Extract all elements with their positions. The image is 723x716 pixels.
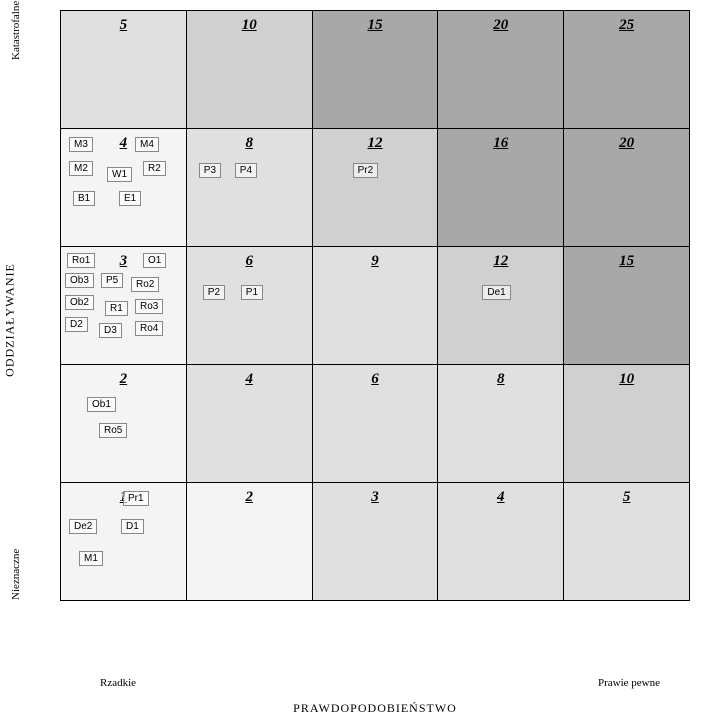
risk-tag: W1 (107, 167, 132, 182)
risk-tag: Ro5 (99, 423, 127, 438)
risk-matrix: Katastrofalne ODDZIAŁYWANIE Nieznaczne 5… (0, 0, 723, 661)
risk-tag: P1 (241, 285, 263, 300)
risk-tag: B1 (73, 191, 95, 206)
risk-tag: D3 (99, 323, 122, 338)
cell-5-5: 25 (564, 11, 690, 129)
risk-tag: R1 (105, 301, 128, 316)
cell-5-1: 5 (61, 11, 187, 129)
cell-score: 20 (444, 17, 557, 34)
x-axis-high-label: Prawie pewne (598, 677, 660, 689)
risk-tag: Pr1 (123, 491, 149, 506)
risk-tag: D2 (65, 317, 88, 332)
cell-score: 15 (570, 253, 683, 270)
cell-score: 15 (319, 17, 432, 34)
cell-score: 20 (570, 135, 683, 152)
cell-4-2: 8 P3 P4 (186, 129, 312, 247)
cell-1-2: 2 (186, 483, 312, 601)
cell-score: 3 (319, 489, 432, 506)
cell-3-2: 6 P2 P1 (186, 247, 312, 365)
risk-tag: P2 (203, 285, 225, 300)
matrix-grid: 5 10 15 20 25 4 M3 M4 M2 W1 R2 B1 E1 (60, 10, 690, 601)
risk-tag: R2 (143, 161, 166, 176)
cell-5-4: 20 (438, 11, 564, 129)
cell-score: 16 (444, 135, 557, 152)
risk-tag: D1 (121, 519, 144, 534)
risk-tag: P5 (101, 273, 123, 288)
cell-4-4: 16 (438, 129, 564, 247)
risk-tag: M3 (69, 137, 93, 152)
cell-score: 6 (319, 371, 432, 388)
risk-tag: Ob3 (65, 273, 94, 288)
cell-3-4: 12 De1 (438, 247, 564, 365)
risk-tag: E1 (119, 191, 141, 206)
risk-tag: M4 (135, 137, 159, 152)
cell-3-1: 3 Ro1 O1 Ob3 P5 Ro2 Ob2 R1 Ro3 D2 D3 Ro4 (61, 247, 187, 365)
cell-2-5: 10 (564, 365, 690, 483)
risk-tag: Ro4 (135, 321, 163, 336)
cell-5-2: 10 (186, 11, 312, 129)
cell-5-3: 15 (312, 11, 438, 129)
cell-2-1: 2 Ob1 Ro5 (61, 365, 187, 483)
cell-score: 25 (570, 17, 683, 34)
cell-score: 10 (570, 371, 683, 388)
cell-score: 4 (193, 371, 306, 388)
cell-score: 4 (444, 489, 557, 506)
risk-tag: M1 (79, 551, 103, 566)
cell-1-1: 1 Pr1 De2 D1 M1 (61, 483, 187, 601)
risk-tag: Pr2 (353, 163, 379, 178)
cell-1-5: 5 (564, 483, 690, 601)
risk-tag: De1 (482, 285, 510, 300)
y-axis-high-label: Katastrofalne (10, 1, 22, 60)
risk-tag: P4 (235, 163, 257, 178)
cell-score: 2 (193, 489, 306, 506)
cell-1-3: 3 (312, 483, 438, 601)
cell-3-5: 15 (564, 247, 690, 365)
cell-score: 10 (193, 17, 306, 34)
cell-2-2: 4 (186, 365, 312, 483)
y-axis-low-label: Nieznaczne (10, 549, 22, 600)
cell-1-4: 4 (438, 483, 564, 601)
y-axis: Katastrofalne ODDZIAŁYWANIE Nieznaczne (10, 20, 30, 620)
risk-tag: P3 (199, 163, 221, 178)
cell-score: 9 (319, 253, 432, 270)
cell-4-1: 4 M3 M4 M2 W1 R2 B1 E1 (61, 129, 187, 247)
risk-tag: Ob1 (87, 397, 116, 412)
risk-tag: O1 (143, 253, 166, 268)
risk-tag: Ro3 (135, 299, 163, 314)
cell-3-3: 9 (312, 247, 438, 365)
cell-score: 5 (97, 17, 150, 34)
cell-2-4: 8 (438, 365, 564, 483)
cell-score: 8 (444, 371, 557, 388)
risk-tag: Ro2 (131, 277, 159, 292)
x-axis-title: PRAWDOPODOBIEŃSTWO (60, 671, 690, 716)
risk-tag: M2 (69, 161, 93, 176)
cell-2-3: 6 (312, 365, 438, 483)
x-axis: Rzadkie Prawie pewne PRAWDOPODOBIEŃSTWO (60, 671, 690, 716)
x-axis-low-label: Rzadkie (100, 677, 136, 689)
y-axis-title: ODDZIAŁYWANIE (3, 263, 18, 377)
cell-4-5: 20 (564, 129, 690, 247)
cell-score: 5 (570, 489, 683, 506)
risk-tag: Ro1 (67, 253, 95, 268)
risk-tag: Ob2 (65, 295, 94, 310)
cell-4-3: 12 Pr2 (312, 129, 438, 247)
risk-tag: De2 (69, 519, 97, 534)
